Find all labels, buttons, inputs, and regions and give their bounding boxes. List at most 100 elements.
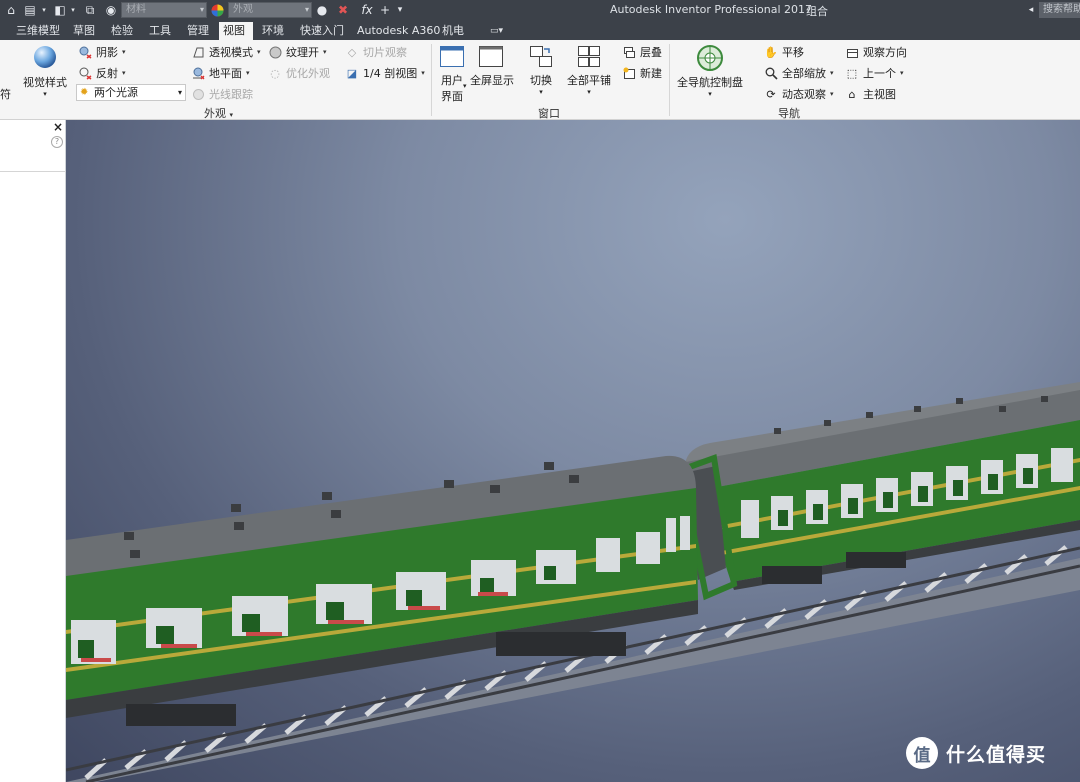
tab-get-started[interactable]: 快速入门 [296,22,348,40]
material-combo[interactable]: 材料 ▾ [121,2,207,18]
tile-all-label: 全部平铺 [567,74,611,87]
tab-view[interactable]: 视图 [219,22,253,40]
appearance-combo-value: 外观 [233,4,253,15]
chevron-down-icon[interactable]: ▾ [463,82,467,90]
home-icon[interactable]: ⌂ [4,2,18,18]
previous-view-button[interactable]: ⬚ 上一个 ▾ [845,64,904,82]
tab-tools[interactable]: 工具 [145,22,175,40]
lighting-style-select[interactable]: ✹ 两个光源 ▾ [76,84,186,101]
user-interface-button[interactable]: 用户 界面 [437,44,467,104]
document-name: 组合 [806,5,828,18]
fullscreen-button[interactable]: 全屏显示 [470,44,514,88]
steering-wheel-icon [697,45,723,71]
light-icon: ✹ [80,87,89,98]
chevron-down-icon[interactable]: ▾ [69,2,77,18]
appearance-panel-title[interactable]: 外观 ▾ [204,105,233,121]
texture-label: 纹理开 [286,46,319,59]
app-title: Autodesk Inventor Professional 2017 [610,3,813,16]
look-at-icon [845,45,859,59]
chevron-down-icon: ▾ [229,111,234,119]
chevron-down-icon: ▾ [199,5,204,14]
perspective-button[interactable]: 透视模式 ▾ [191,43,261,61]
optimize-appearance-button[interactable]: ◌ 优化外观 [268,64,330,82]
tab-3d-model[interactable]: 三维模型 [12,22,64,40]
look-at-button[interactable]: 观察方向 [845,43,907,61]
previous-view-label: 上一个 [863,67,896,80]
expand-icon[interactable]: ◂ [1026,2,1036,18]
train-model-graphic[interactable] [66,120,1080,782]
chevron-down-icon: ▾ [900,69,904,77]
slice-graphics-button[interactable]: ◇ 切片观察 [345,43,407,61]
zoom-all-button[interactable]: 全部缩放 ▾ [764,64,834,82]
home-view-icon: ⌂ [848,87,856,101]
ground-plane-button[interactable]: 地平面 ▾ [191,64,250,82]
chevron-down-icon[interactable]: ▾ [40,2,48,18]
open-icon[interactable]: ▤ [22,2,38,18]
switch-window-button[interactable]: 切换 ▾ [526,44,556,96]
cut-off-label: 符 [0,88,11,101]
material-combo-value: 材料 [126,4,146,15]
reflection-button[interactable]: 反射 ▾ [78,64,126,82]
pan-button[interactable]: ✋ 平移 [764,43,804,61]
raytrace-label: 光线跟踪 [209,88,253,101]
appearance-combo[interactable]: 外观 ▾ [228,2,312,18]
tab-electromechanical[interactable]: 机电 [438,22,468,40]
graphics-viewport[interactable] [66,120,1080,782]
cascade-label: 层叠 [640,46,662,59]
chevron-down-icon: ▾ [177,88,182,97]
chevron-down-icon: ▾ [323,48,327,56]
close-icon[interactable]: × [53,120,63,134]
raytrace-button[interactable]: 光线跟踪 [191,85,253,103]
optimize-icon: ◌ [270,66,280,80]
sphere-icon [34,46,56,68]
texture-button[interactable]: 纹理开 ▾ [268,43,327,61]
search-input[interactable]: 搜索帮助 [1039,2,1080,18]
chevron-down-icon: ▾ [708,90,712,98]
visual-style-button[interactable]: 视觉样式 ▾ [22,44,68,98]
user-interface-label-2: 界面 [441,90,463,103]
cascade-icon [622,45,636,59]
chevron-down-icon: ▾ [257,48,261,56]
tab-autodesk-a360[interactable]: Autodesk A360 [353,22,444,40]
shadow-icon [78,45,92,59]
tab-manage[interactable]: 管理 [183,22,213,40]
slice-label: 切片观察 [363,46,407,59]
video-icon[interactable]: ▭▾ [486,22,507,40]
shadow-button[interactable]: 阴影 ▾ [78,43,126,61]
shadow-label: 阴影 [96,46,118,59]
help-icon[interactable]: ? [51,136,63,148]
orbit-button[interactable]: ⟳ 动态观察 ▾ [764,85,833,103]
new-window-button[interactable]: 新建 [622,64,662,82]
zoom-icon [764,66,778,80]
tab-sketch[interactable]: 草图 [69,22,99,40]
steering-wheel-button[interactable]: 全导航控制盘 ▾ [676,44,744,98]
window-icon [440,46,464,67]
save-icon[interactable]: ◧ [52,2,68,18]
quarter-section-button[interactable]: ◪ 1/4 剖视图 ▾ [345,64,425,82]
cascade-button[interactable]: 层叠 [622,43,662,61]
appearance-panel-label: 外观 [204,107,226,120]
new-window-label: 新建 [640,67,662,80]
ribbon-tab-bar: 三维模型 草图 检验 工具 管理 视图 环境 快速入门 Autodesk A36… [0,20,1080,40]
fx-icon[interactable]: fx [360,2,374,18]
tab-environment[interactable]: 环境 [258,22,288,40]
look-at-label: 观察方向 [863,46,907,59]
chevron-down-icon: ▾ [539,88,543,96]
color-wheel-icon[interactable] [210,2,224,18]
home-view-button[interactable]: ⌂ 主视图 [845,85,897,103]
customize-icon[interactable]: ▾ [395,2,405,18]
window-panel-title: 窗口 [538,107,560,120]
tile-all-button[interactable]: 全部平铺 ▾ [567,44,611,96]
raytrace-icon [191,87,205,101]
visual-style-label: 视觉样式 [23,76,67,89]
switch-icon [530,46,552,67]
fullscreen-icon [479,46,503,67]
lighting-value: 两个光源 [94,86,138,99]
tab-inspect[interactable]: 检验 [107,22,137,40]
sync-icon[interactable]: ⧉ [82,2,98,18]
clear-override-icon[interactable]: ✖ [336,2,350,18]
globe-icon[interactable]: ◉ [104,2,118,18]
chevron-down-icon: ▾ [43,90,47,98]
plus-icon[interactable]: + [378,2,392,18]
adjust-icon[interactable]: ● [315,2,329,18]
